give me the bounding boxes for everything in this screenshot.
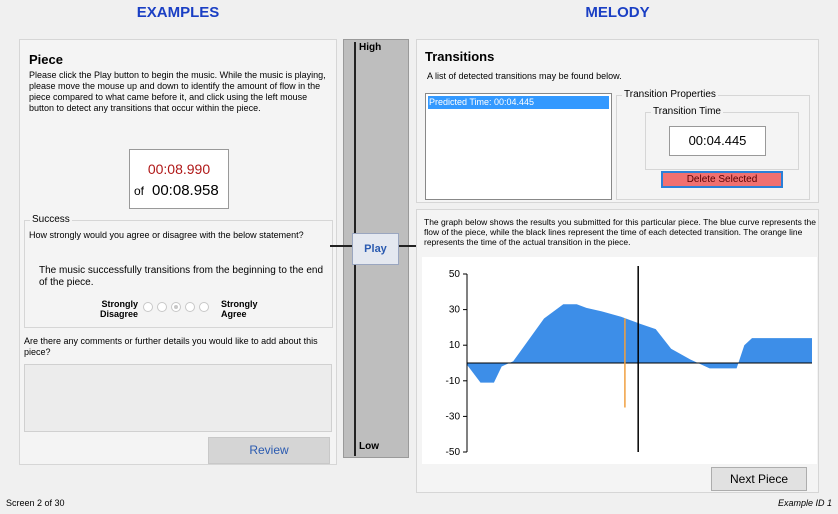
current-time: 00:08.990	[147, 161, 211, 177]
transition-time-group: Transition Time 00:04.445	[645, 106, 799, 170]
transitions-description: A list of detected transitions may be fo…	[427, 71, 622, 81]
scale-right-label: Strongly Agree	[221, 299, 258, 319]
delete-selected-button[interactable]: Delete Selected	[661, 171, 783, 188]
flow-chart: 50 30 10 -10 -30 -50	[422, 257, 817, 464]
scale-left-label: Strongly Disagree	[99, 299, 138, 319]
graph-description: The graph below shows the results you su…	[424, 217, 816, 247]
rating-radio-1[interactable]	[143, 302, 153, 312]
transitions-title: Transitions	[425, 49, 495, 64]
y-tick-label: -50	[446, 447, 461, 458]
transition-time-value: 00:04.445	[669, 126, 766, 156]
total-time: 00:08.958	[152, 182, 219, 199]
slider-marker-left	[330, 245, 352, 247]
success-legend: Success	[30, 214, 72, 225]
y-tick-label: 30	[449, 305, 461, 316]
playback-time-box: 00:08.990 of 00:08.958	[129, 149, 229, 209]
comments-question: Are there any comments or further detail…	[24, 336, 318, 357]
transitions-panel: Transitions A list of detected transitio…	[416, 39, 819, 203]
properties-legend: Transition Properties	[622, 89, 718, 100]
flow-area-series-0	[467, 304, 812, 383]
transition-properties-group: Transition Properties Transition Time 00…	[616, 89, 810, 200]
y-tick-label: -10	[446, 376, 461, 387]
piece-instructions: Please click the Play button to begin th…	[29, 70, 326, 113]
piece-title: Piece	[29, 52, 63, 67]
y-tick-label: 10	[449, 340, 461, 351]
next-piece-button[interactable]: Next Piece	[711, 467, 807, 491]
review-button[interactable]: Review	[208, 437, 330, 464]
y-tick-label: 50	[449, 269, 461, 280]
rating-radio-2[interactable]	[157, 302, 167, 312]
success-statement: The music successfully transitions from …	[39, 265, 324, 288]
success-question: How strongly would you agree or disagree…	[29, 230, 304, 240]
comments-textbox[interactable]	[24, 364, 332, 432]
examples-panel: Piece Please click the Play button to be…	[19, 39, 337, 465]
list-item[interactable]: Predicted Time: 00:04.445	[428, 96, 609, 109]
graph-panel: The graph below shows the results you su…	[416, 209, 819, 493]
melody-title: MELODY	[585, 4, 650, 21]
rating-radio-4[interactable]	[185, 302, 195, 312]
slider-high-label: High	[359, 42, 382, 53]
y-tick-label: -30	[446, 411, 461, 422]
rating-radio-3[interactable]	[171, 302, 181, 312]
transitions-list[interactable]: Predicted Time: 00:04.445	[425, 93, 612, 200]
screen-counter: Screen 2 of 30	[6, 498, 65, 508]
slider-low-label: Low	[359, 441, 379, 452]
example-id: Example ID 1	[777, 498, 832, 508]
of-label: of	[134, 184, 145, 198]
success-group: Success How strongly would you agree or …	[24, 214, 333, 328]
rating-radio-5[interactable]	[199, 302, 209, 312]
examples-title: EXAMPLES	[136, 4, 220, 21]
play-button[interactable]: Play	[352, 233, 399, 265]
transition-time-legend: Transition Time	[651, 106, 723, 117]
